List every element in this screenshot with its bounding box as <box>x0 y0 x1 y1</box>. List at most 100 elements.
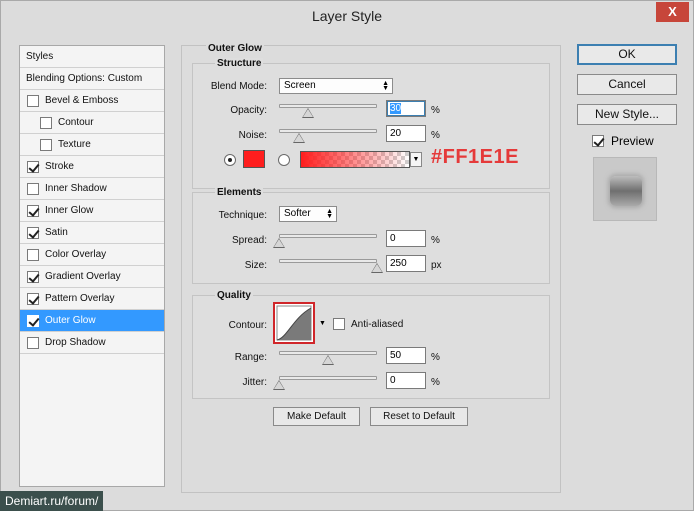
technique-label: Technique: <box>218 210 267 221</box>
range-slider-thumb[interactable] <box>322 355 334 365</box>
jitter-label: Jitter: <box>242 377 267 388</box>
gradient-dropdown-arrow-icon[interactable]: ▼ <box>410 152 422 167</box>
size-input[interactable]: 250 <box>386 255 426 272</box>
style-item-label: Contour <box>58 117 94 128</box>
make-default-button[interactable]: Make Default <box>273 407 360 426</box>
contour-dropdown-arrow-icon[interactable]: ▼ <box>319 320 326 327</box>
style-item-label: Inner Glow <box>45 205 94 216</box>
style-item-satin[interactable]: Satin <box>20 222 164 244</box>
style-item-bevel-emboss[interactable]: Bevel & Emboss <box>20 90 164 112</box>
technique-value: Softer <box>284 208 311 219</box>
solid-color-radio[interactable] <box>224 154 236 166</box>
color-overlay-checkbox[interactable] <box>27 249 39 261</box>
style-item-texture[interactable]: Texture <box>20 134 164 156</box>
preview-label: Preview <box>611 134 654 148</box>
color-hex-annotation: #FF1E1E <box>431 146 519 168</box>
updown-arrow-icon: ▲ ▼ <box>382 80 389 92</box>
style-item-label: Pattern Overlay <box>45 293 115 304</box>
opacity-label: Opacity: <box>230 105 267 116</box>
blend-mode-select[interactable]: Screen ▲ ▼ <box>279 78 393 94</box>
styles-header[interactable]: Styles <box>20 46 164 68</box>
style-item-gradient-overlay[interactable]: Gradient Overlay <box>20 266 164 288</box>
gradient-radio[interactable] <box>278 154 290 166</box>
style-preview-thumbnail <box>593 157 657 221</box>
styles-list: Styles Blending Options: Custom Bevel & … <box>19 45 165 487</box>
inner-shadow-checkbox[interactable] <box>27 183 39 195</box>
size-slider[interactable] <box>279 259 377 263</box>
jitter-slider[interactable] <box>279 376 377 380</box>
contour-label: Contour: <box>228 320 267 331</box>
style-item-contour[interactable]: Contour <box>20 112 164 134</box>
layer-style-dialog: Layer Style X Styles Blending Options: C… <box>0 0 694 511</box>
style-item-label: Outer Glow <box>45 315 96 326</box>
elements-title: Elements <box>215 187 264 198</box>
cancel-button[interactable]: Cancel <box>577 74 677 95</box>
bevel-emboss-checkbox[interactable] <box>27 95 39 107</box>
range-unit: % <box>431 352 440 363</box>
style-item-outer-glow[interactable]: Outer Glow <box>20 310 164 332</box>
style-item-label: Bevel & Emboss <box>45 95 119 106</box>
spread-slider-thumb[interactable] <box>273 238 285 248</box>
preview-checkbox[interactable] <box>592 135 604 147</box>
preview-swatch <box>610 176 642 206</box>
style-item-label: Drop Shadow <box>45 337 106 348</box>
glow-color-swatch[interactable] <box>243 150 265 168</box>
pattern-overlay-checkbox[interactable] <box>27 293 39 305</box>
style-item-label: Color Overlay <box>45 249 107 260</box>
noise-slider-thumb[interactable] <box>292 133 305 143</box>
range-input[interactable]: 50 <box>386 347 426 364</box>
jitter-slider-thumb[interactable] <box>273 380 285 390</box>
spread-slider[interactable] <box>279 234 377 238</box>
stroke-checkbox[interactable] <box>27 161 39 173</box>
spread-label: Spread: <box>231 235 267 246</box>
glow-gradient-picker[interactable] <box>300 151 410 168</box>
blend-mode-value: Screen <box>284 80 316 91</box>
title-bar: Layer Style X <box>1 1 693 33</box>
outer-glow-panel: Outer Glow Structure Blend Mode: Screen … <box>181 43 561 493</box>
outer-glow-checkbox[interactable] <box>27 315 39 327</box>
style-item-label: Satin <box>45 227 68 238</box>
close-button[interactable]: X <box>656 2 689 22</box>
style-item-stroke[interactable]: Stroke <box>20 156 164 178</box>
watermark: Demiart.ru/forum/ <box>0 491 104 511</box>
jitter-input[interactable]: 0 <box>386 372 426 389</box>
quality-title: Quality <box>215 290 253 301</box>
ok-button[interactable]: OK <box>577 44 677 65</box>
contour-curve-icon <box>276 305 312 341</box>
style-item-inner-glow[interactable]: Inner Glow <box>20 200 164 222</box>
noise-label: Noise: <box>238 130 267 141</box>
technique-select[interactable]: Softer ▲ ▼ <box>279 206 337 222</box>
contour-picker[interactable] <box>273 302 315 344</box>
new-style-button[interactable]: New Style... <box>577 104 677 125</box>
quality-group: Quality Contour: ▼ Anti-aliased Range: 5… <box>192 290 550 399</box>
blending-options-item[interactable]: Blending Options: Custom <box>20 68 164 90</box>
texture-checkbox[interactable] <box>40 139 52 151</box>
size-slider-thumb[interactable] <box>371 263 383 273</box>
drop-shadow-checkbox[interactable] <box>27 337 39 349</box>
opacity-slider[interactable] <box>279 104 377 108</box>
window-title: Layer Style <box>311 8 383 24</box>
opacity-slider-thumb[interactable] <box>302 108 315 118</box>
contour-checkbox[interactable] <box>40 117 52 129</box>
style-item-drop-shadow[interactable]: Drop Shadow <box>20 332 164 354</box>
opacity-input[interactable]: 30 <box>386 100 426 117</box>
anti-aliased-checkbox[interactable] <box>333 318 345 330</box>
gradient-overlay-checkbox[interactable] <box>27 271 39 283</box>
reset-to-default-button[interactable]: Reset to Default <box>370 407 468 426</box>
style-item-color-overlay[interactable]: Color Overlay <box>20 244 164 266</box>
satin-checkbox[interactable] <box>27 227 39 239</box>
style-item-pattern-overlay[interactable]: Pattern Overlay <box>20 288 164 310</box>
style-item-label: Stroke <box>45 161 74 172</box>
noise-input[interactable]: 20 <box>386 125 426 142</box>
spread-input[interactable]: 0 <box>386 230 426 247</box>
size-label: Size: <box>244 260 267 271</box>
updown-arrow-icon: ▲ ▼ <box>326 208 333 220</box>
inner-glow-checkbox[interactable] <box>27 205 39 217</box>
noise-unit: % <box>431 130 440 141</box>
elements-group: Elements Technique: Softer ▲ ▼ Spread: 0 … <box>192 187 550 284</box>
size-unit: px <box>431 260 442 271</box>
style-item-label: Gradient Overlay <box>45 271 121 282</box>
structure-title: Structure <box>215 58 264 69</box>
style-item-inner-shadow[interactable]: Inner Shadow <box>20 178 164 200</box>
anti-aliased-label: Anti-aliased <box>351 319 404 330</box>
